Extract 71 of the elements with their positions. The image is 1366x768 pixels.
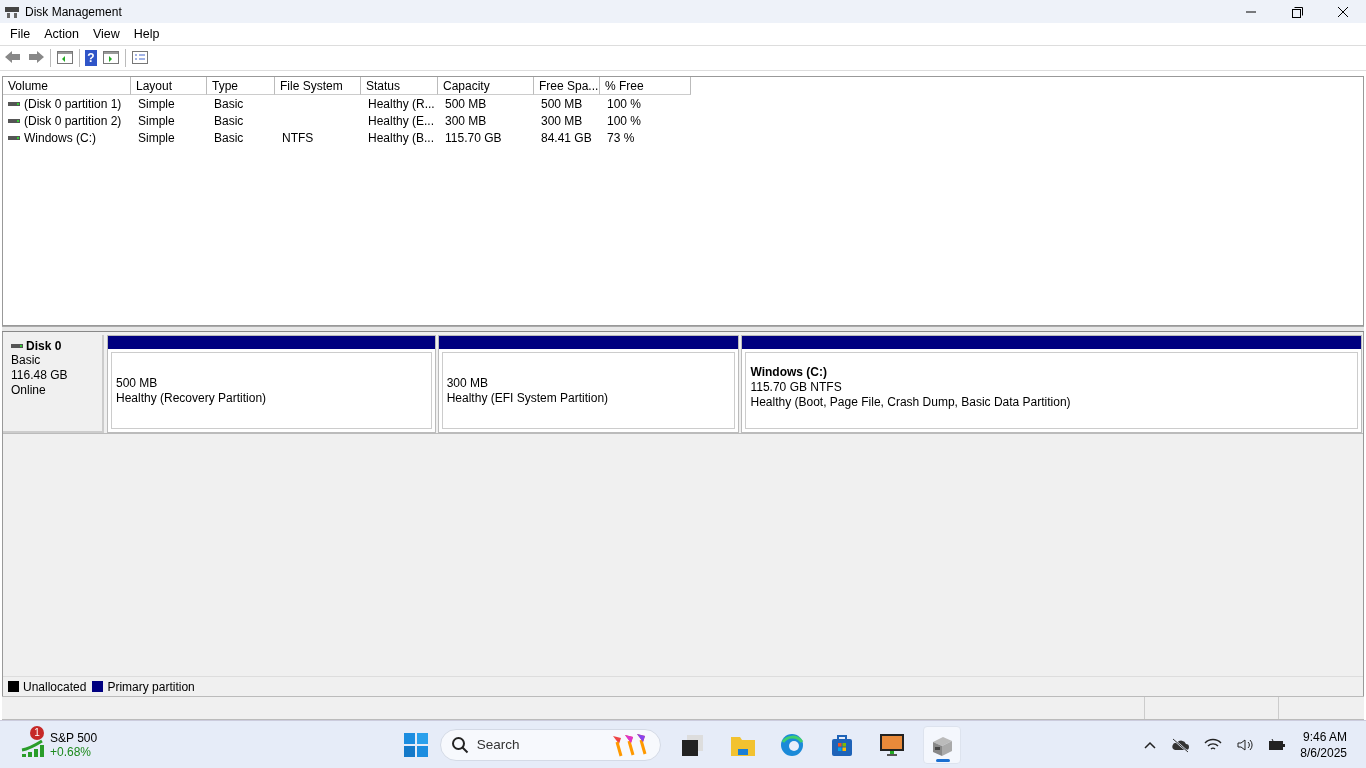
monitor-icon: [878, 731, 905, 758]
widget-title: S&P 500: [50, 730, 98, 745]
disk-info: Basic: [11, 353, 42, 368]
disk-label-panel[interactable]: Disk 0 Basic 116.48 GB Online: [3, 335, 104, 433]
partition-size: 500 MB: [116, 375, 159, 391]
partition-status: Healthy (Recovery Partition): [116, 390, 268, 406]
panel-icon[interactable]: [102, 49, 120, 67]
table-cell: 300 MB: [541, 113, 583, 128]
table-cell: Simple: [138, 96, 175, 111]
table-cell: 84.41 GB: [541, 130, 592, 145]
widget-change: +0.68%: [50, 744, 93, 759]
speaker-icon[interactable]: [1236, 737, 1255, 752]
table-cell: 73 %: [607, 130, 635, 145]
partition-name: Windows (C:): [750, 365, 829, 380]
column-header[interactable]: Capacity: [438, 77, 534, 95]
partition-block[interactable]: 500 MB Healthy (Recovery Partition): [107, 335, 436, 433]
start-icon[interactable]: [403, 732, 428, 757]
column-header[interactable]: Volume: [3, 77, 131, 95]
table-cell: 300 MB: [445, 113, 487, 128]
cloud-off-icon[interactable]: [1170, 736, 1191, 753]
table-cell: 100 %: [607, 96, 642, 111]
table-cell: (Disk 0 partition 1): [24, 96, 122, 111]
column-header[interactable]: Layout: [131, 77, 207, 95]
table-cell: Simple: [138, 130, 175, 145]
help-button[interactable]: ?: [85, 50, 97, 66]
search-field[interactable]: Search: [439, 728, 661, 761]
browser-icon: [778, 731, 805, 758]
app-icon: [4, 4, 20, 19]
column-header[interactable]: Type: [207, 77, 275, 95]
table-cell: Healthy (R...: [368, 96, 435, 111]
column-header[interactable]: % Free: [600, 77, 691, 95]
menu-item[interactable]: View: [85, 27, 127, 41]
table-cell: Basic: [214, 96, 244, 111]
table-cell: (Disk 0 partition 2): [24, 113, 122, 128]
column-header[interactable]: File System: [275, 77, 361, 95]
legend-label: Primary partition: [107, 679, 195, 694]
wifi-icon[interactable]: [1204, 737, 1223, 752]
checklist-icon[interactable]: [131, 49, 149, 67]
table-cell: Healthy (E...: [368, 113, 435, 128]
partition-status: Healthy (Boot, Page File, Crash Dump, Basic Data Partition): [750, 395, 1072, 410]
legend-label: Unallocated: [23, 679, 87, 694]
disk-info: Online: [11, 383, 47, 398]
partition-size: 115.70 GB NTFS: [750, 380, 843, 395]
window-title: Disk Management: [25, 4, 122, 19]
table-cell: Windows (C:): [24, 130, 96, 145]
partition-status: Healthy (EFI System Partition): [446, 390, 610, 406]
column-header[interactable]: Free Spa...: [534, 77, 600, 95]
notification-badge: 1: [30, 725, 44, 740]
menu-item[interactable]: File: [3, 27, 38, 41]
table-cell: 500 MB: [541, 96, 583, 111]
partition-block[interactable]: Windows (C:) 115.70 GB NTFS Healthy (Boot, Page File, Crash Dump, Basic Data Partition): [741, 335, 1362, 433]
table-cell: 500 MB: [445, 96, 487, 111]
menu-item[interactable]: Help: [126, 27, 167, 41]
menu-item[interactable]: Action: [37, 27, 86, 41]
chevron-up-icon[interactable]: [1144, 740, 1157, 749]
table-cell: Basic: [214, 113, 244, 128]
table-cell: Simple: [138, 113, 175, 128]
table-cell: Basic: [214, 130, 244, 145]
disk-info: 116.48 GB: [11, 368, 69, 383]
clock-time[interactable]: 9:46 AM: [1300, 728, 1347, 745]
search-icon: [450, 735, 469, 754]
table-cell: 100 %: [607, 113, 642, 128]
table-cell: NTFS: [282, 130, 314, 145]
partition-size: 300 MB: [446, 375, 490, 391]
panel-icon[interactable]: [56, 49, 74, 67]
disk-name: Disk 0: [26, 339, 62, 353]
table-cell: Healthy (B...: [368, 130, 435, 145]
clock-date[interactable]: 8/6/2025: [1300, 744, 1347, 761]
partition-block[interactable]: 300 MB Healthy (EFI System Partition): [437, 335, 740, 433]
column-header[interactable]: Status: [361, 77, 438, 95]
table-cell: 115.70 GB: [445, 130, 502, 145]
